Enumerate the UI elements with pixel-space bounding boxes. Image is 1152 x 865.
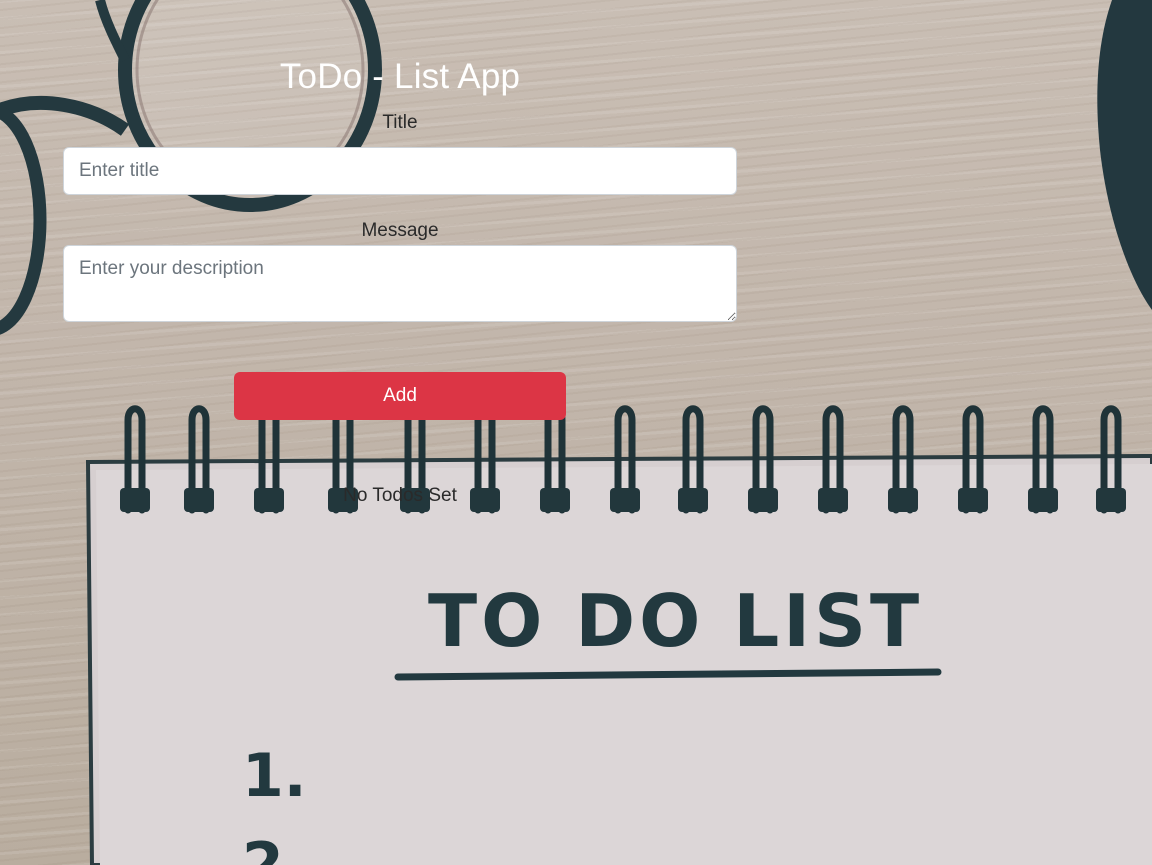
empty-todos-text: No Todos Set — [343, 485, 457, 506]
message-textarea[interactable] — [63, 245, 737, 322]
message-label: Message — [361, 220, 439, 241]
notepad-illustration: TO DO LIST 1. 2. — [85, 405, 1152, 865]
title-label: Title — [382, 112, 418, 133]
notepad-heading: TO DO LIST — [428, 579, 923, 663]
page-title: ToDo - List App — [279, 57, 521, 96]
add-button[interactable]: Add — [234, 372, 566, 420]
title-input[interactable] — [63, 147, 737, 195]
notepad-line-1: 1. — [242, 741, 307, 811]
mug-illustration — [1097, 0, 1152, 310]
notepad-line-2: 2. — [242, 830, 307, 865]
